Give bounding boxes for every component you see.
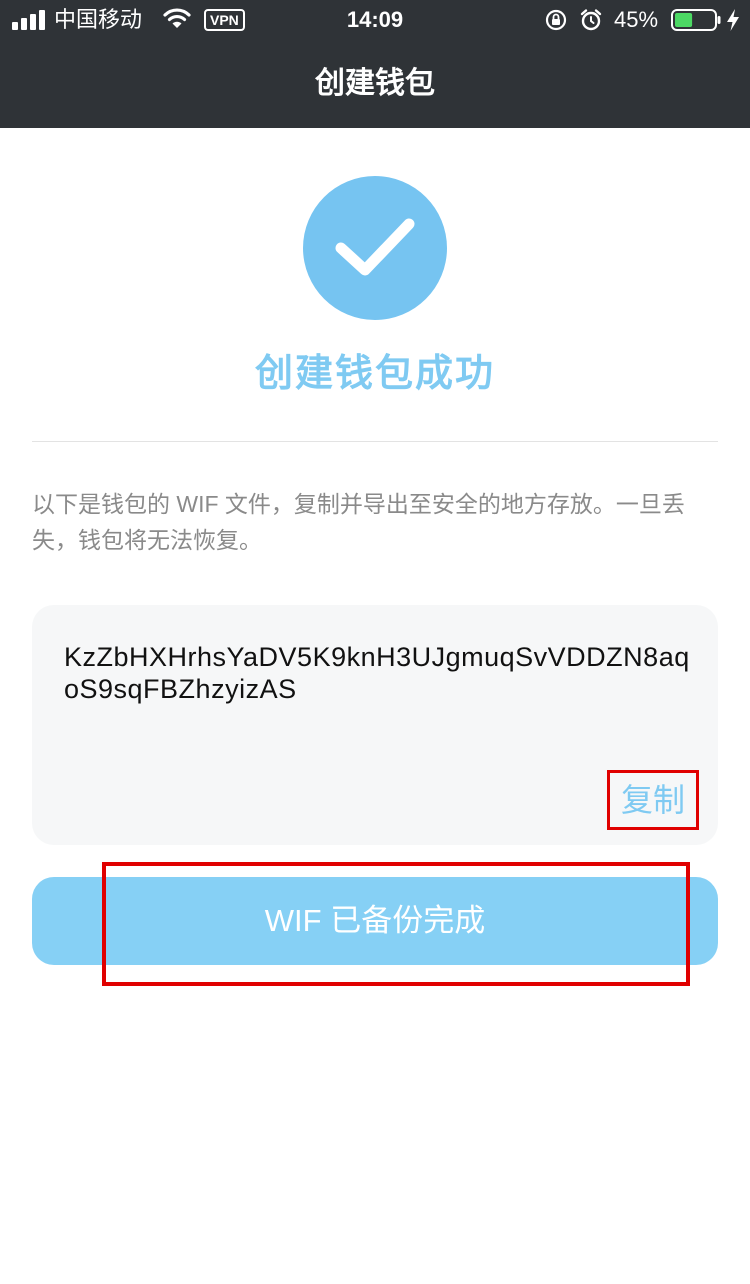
battery-percentage: 45% xyxy=(614,7,659,32)
page-title: 创建钱包 xyxy=(315,67,435,100)
divider xyxy=(32,441,718,442)
navigation-bar: 创建钱包 xyxy=(0,40,750,128)
success-title: 创建钱包成功 xyxy=(254,353,495,395)
wif-key-box: KzZbHXHrhsYaDV5K9knH3UJgmuqSvVDDZN8aqoS9… xyxy=(32,605,718,845)
checkmark-icon xyxy=(335,218,415,276)
wif-description: 以下是钱包的 WIF 文件，复制并导出至安全的地方存放。一旦丢失，钱包将无法恢复… xyxy=(32,491,685,553)
copy-button[interactable]: 复制 xyxy=(607,770,699,830)
wif-key-text: KzZbHXHrhsYaDV5K9knH3UJgmuqSvVDDZN8aqoS9… xyxy=(64,642,690,704)
battery-icon xyxy=(671,9,721,31)
status-bar: 中国移动 VPN 14:09 45% xyxy=(0,0,750,40)
alarm-icon xyxy=(580,9,602,31)
orientation-lock-icon xyxy=(545,9,567,31)
charging-bolt-icon xyxy=(727,9,739,31)
wif-backup-complete-button[interactable]: WIF 已备份完成 xyxy=(32,877,718,965)
success-checkmark-icon xyxy=(303,176,447,320)
